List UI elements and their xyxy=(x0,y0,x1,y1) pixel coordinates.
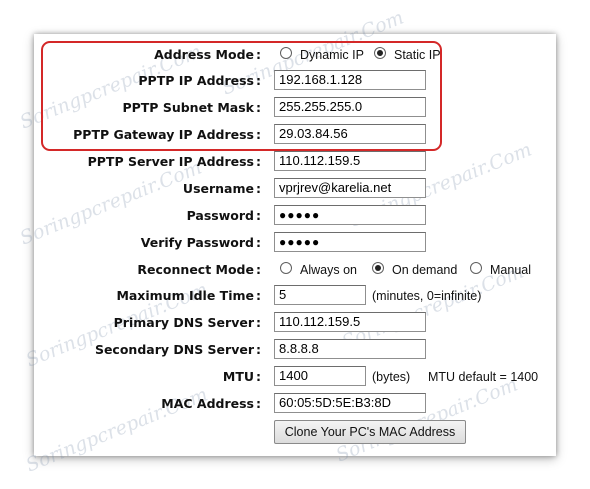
radio-dynamic-ip[interactable] xyxy=(280,47,292,59)
primary-dns-label: Primary DNS Server xyxy=(113,315,254,330)
clone-mac-button[interactable]: Clone Your PC's MAC Address xyxy=(274,420,466,444)
reconnect-mode-label: Reconnect Mode xyxy=(137,262,254,277)
radio-on-demand[interactable] xyxy=(372,262,384,274)
secondary-dns-label: Secondary DNS Server xyxy=(94,342,254,357)
pptp-server-label: PPTP Server IP Address xyxy=(87,154,254,169)
pptp-subnet-label: PPTP Subnet Mask xyxy=(122,100,254,115)
address-mode-label: Address Mode xyxy=(154,47,254,62)
password-input[interactable]: ●●●●● xyxy=(274,205,426,225)
pptp-server-input[interactable]: 110.112.159.5 xyxy=(274,151,426,171)
radio-dynamic-ip-label[interactable]: Dynamic IP xyxy=(300,44,364,66)
radio-always-on-label[interactable]: Always on xyxy=(300,259,357,281)
pptp-ip-input[interactable]: 192.168.1.128 xyxy=(274,70,426,90)
primary-dns-input[interactable]: 110.112.159.5 xyxy=(274,312,426,332)
mtu-input[interactable]: 1400 xyxy=(274,366,366,386)
secondary-dns-input[interactable]: 8.8.8.8 xyxy=(274,339,426,359)
verify-password-label: Verify Password xyxy=(140,235,254,250)
radio-static-ip[interactable] xyxy=(374,47,386,59)
password-label: Password xyxy=(186,208,254,223)
radio-static-ip-label[interactable]: Static IP xyxy=(394,44,441,66)
max-idle-input[interactable]: 5 xyxy=(274,285,366,305)
max-idle-label: Maximum Idle Time xyxy=(116,288,254,303)
max-idle-note: (minutes, 0=infinite) xyxy=(372,289,482,303)
pptp-gateway-input[interactable]: 29.03.84.56 xyxy=(274,124,426,144)
mac-label: MAC Address xyxy=(161,396,254,411)
username-label: Username xyxy=(182,181,254,196)
username-input[interactable]: vprjrev@karelia.net xyxy=(274,178,426,198)
radio-on-demand-label[interactable]: On demand xyxy=(392,259,457,281)
radio-always-on[interactable] xyxy=(280,262,292,274)
mtu-default-note: MTU default = 1400 xyxy=(428,370,539,384)
pptp-gateway-label: PPTP Gateway IP Address xyxy=(73,127,254,142)
radio-manual[interactable] xyxy=(470,262,482,274)
mtu-unit: (bytes) xyxy=(372,370,411,384)
radio-manual-label[interactable]: Manual xyxy=(490,259,531,281)
pptp-ip-label: PPTP IP Address xyxy=(138,73,254,88)
pptp-subnet-input[interactable]: 255.255.255.0 xyxy=(274,97,426,117)
mtu-label: MTU xyxy=(222,369,254,384)
mac-input[interactable]: 60:05:5D:5E:B3:8D xyxy=(274,393,426,413)
settings-panel: Soringpcrepair.Com Soringpcrepair.Com So… xyxy=(17,7,556,476)
verify-password-input[interactable]: ●●●●● xyxy=(274,232,426,252)
